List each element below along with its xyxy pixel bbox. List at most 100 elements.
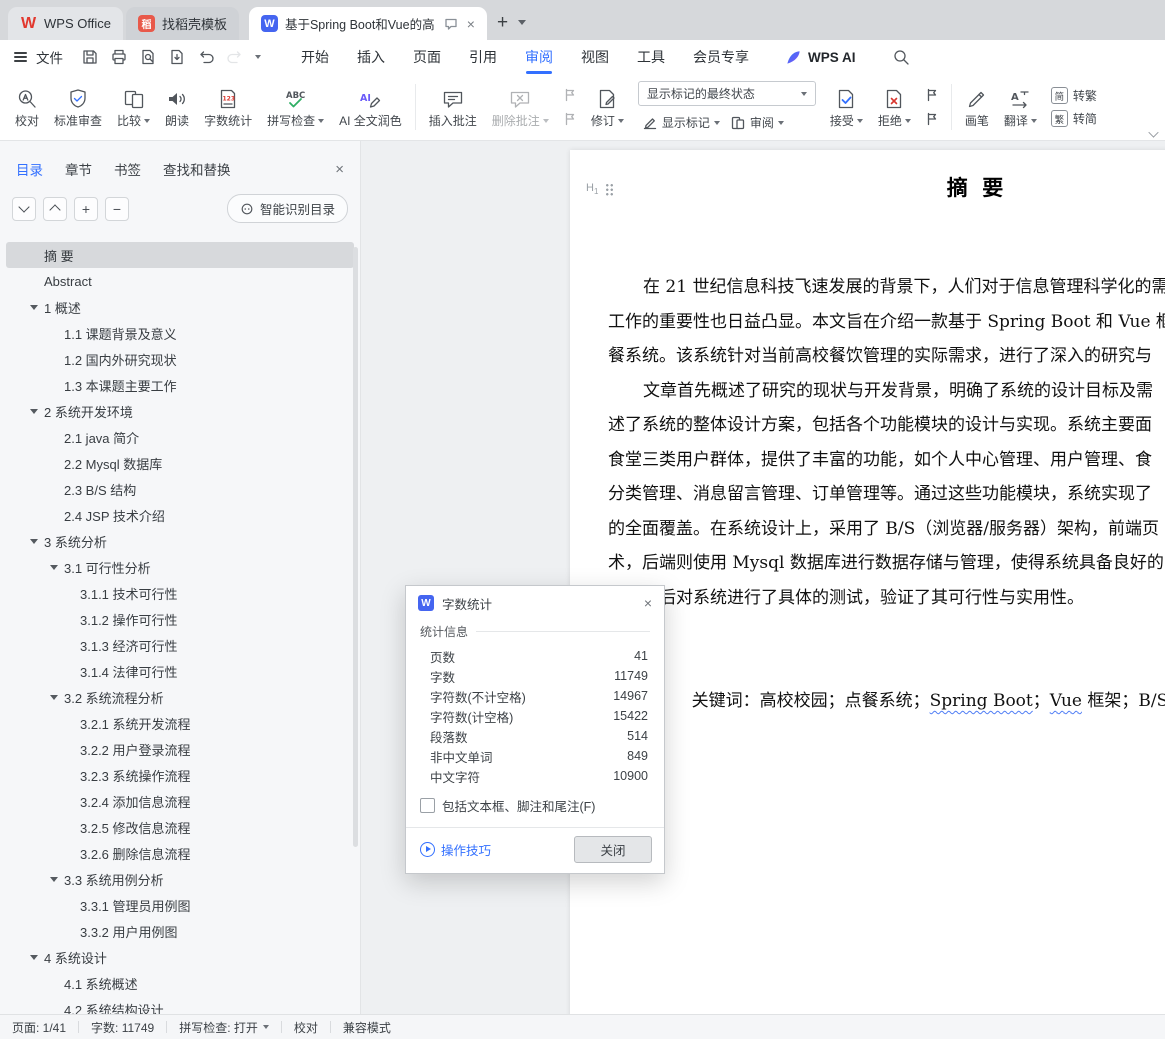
next-change-flag-icon[interactable] bbox=[922, 111, 942, 128]
toc-item[interactable]: Abstract bbox=[6, 268, 354, 294]
search-icon[interactable] bbox=[892, 48, 910, 66]
close-button[interactable]: 关闭 bbox=[574, 836, 652, 863]
toc-expand-arrow-icon[interactable] bbox=[50, 564, 58, 574]
quick-access-chevron-icon[interactable] bbox=[255, 55, 261, 62]
toc-item[interactable]: 3.2.1 系统开发流程 bbox=[6, 710, 354, 736]
toc-item[interactable]: 2.4 JSP 技术介绍 bbox=[6, 502, 354, 528]
toc-item[interactable]: 1.2 国内外研究现状 bbox=[6, 346, 354, 372]
toc-collapse-button[interactable] bbox=[12, 196, 36, 221]
toc-item[interactable]: 3 系统分析 bbox=[6, 528, 354, 554]
show-markup-button[interactable]: 显示标记 bbox=[638, 112, 724, 133]
tips-link[interactable]: 操作技巧 bbox=[420, 840, 491, 859]
toc-item[interactable]: 3.1.3 经济可行性 bbox=[6, 632, 354, 658]
print-icon[interactable] bbox=[110, 48, 128, 66]
save-icon[interactable] bbox=[81, 48, 99, 66]
sidebar-close-icon[interactable]: × bbox=[335, 162, 344, 177]
tab-wps-office[interactable]: W WPS Office bbox=[8, 7, 123, 40]
toc-item[interactable]: 1 概述 bbox=[6, 294, 354, 320]
toc-item[interactable]: 3.2 系统流程分析 bbox=[6, 684, 354, 710]
sidebar-tab-toc[interactable]: 目录 bbox=[16, 159, 43, 179]
toc-item[interactable]: 1.1 课题背景及意义 bbox=[6, 320, 354, 346]
toc-item[interactable]: 2 系统开发环境 bbox=[6, 398, 354, 424]
ai-polish-button[interactable]: AI AI 全文润色 bbox=[332, 83, 409, 131]
toc-expand-arrow-icon[interactable] bbox=[30, 538, 38, 548]
markup-state-select[interactable]: 显示标记的最终状态 bbox=[637, 81, 816, 106]
ribbon-tab[interactable]: 会员专享 bbox=[679, 40, 763, 74]
toc-item[interactable]: 4.2 系统结构设计 bbox=[6, 996, 354, 1016]
review-pane-button[interactable]: 审阅 bbox=[726, 112, 788, 133]
toc-item[interactable]: 3.2.2 用户登录流程 bbox=[6, 736, 354, 762]
toc-item[interactable]: 3.1 可行性分析 bbox=[6, 554, 354, 580]
toc-item[interactable]: 4 系统设计 bbox=[6, 944, 354, 970]
word-count-indicator[interactable]: 字数: 11749 bbox=[79, 1019, 166, 1036]
proofread-status[interactable]: 校对 bbox=[282, 1019, 330, 1036]
tab-list-chevron-icon[interactable] bbox=[518, 20, 527, 29]
drag-dots-icon[interactable] bbox=[605, 182, 615, 196]
toc-expand-arrow-icon[interactable] bbox=[30, 304, 38, 314]
toc-item[interactable]: 3.2.5 修改信息流程 bbox=[6, 814, 354, 840]
accept-button[interactable]: 接受 bbox=[823, 83, 870, 131]
spell-check-toggle[interactable]: 拼写检查: 打开 bbox=[167, 1019, 281, 1036]
toc-item[interactable]: 2.3 B/S 结构 bbox=[6, 476, 354, 502]
reject-button[interactable]: 拒绝 bbox=[871, 83, 918, 131]
tab-current-document[interactable]: W 基于Spring Boot和Vue的高 × bbox=[248, 7, 487, 40]
word-count-button[interactable]: 123 字数统计 bbox=[197, 83, 259, 131]
ribbon-collapse-chevron-icon[interactable] bbox=[1148, 127, 1159, 138]
spell-check-button[interactable]: ABC 拼写检查 bbox=[260, 83, 331, 131]
paragraph-handle[interactable]: H1 bbox=[586, 182, 615, 196]
translate-button[interactable]: A 翻译 bbox=[997, 83, 1044, 131]
read-aloud-button[interactable]: 朗读 bbox=[158, 83, 196, 131]
toc-item[interactable]: 1.3 本课题主要工作 bbox=[6, 372, 354, 398]
smart-toc-button[interactable]: 智能识别目录 bbox=[226, 194, 348, 223]
toc-item[interactable]: 2.2 Mysql 数据库 bbox=[6, 450, 354, 476]
insert-comment-button[interactable]: 插入批注 bbox=[422, 83, 484, 131]
toc-item[interactable]: 3.1.2 操作可行性 bbox=[6, 606, 354, 632]
file-menu-button[interactable]: 文件 bbox=[36, 47, 63, 67]
compare-button[interactable]: 比较 bbox=[110, 83, 157, 131]
track-changes-button[interactable]: 修订 bbox=[584, 83, 631, 131]
export-pdf-icon[interactable] bbox=[168, 48, 186, 66]
sidebar-tab-find-replace[interactable]: 查找和替换 bbox=[163, 159, 231, 179]
ribbon-tab[interactable]: 审阅 bbox=[511, 40, 567, 74]
toc-expand-arrow-icon[interactable] bbox=[50, 694, 58, 704]
toc-expand-button[interactable] bbox=[43, 196, 67, 221]
toc-item[interactable]: 摘 要 bbox=[6, 242, 354, 268]
tab-docer-templates[interactable]: 稻 找稻壳模板 bbox=[125, 7, 239, 40]
ribbon-tab[interactable]: 视图 bbox=[567, 40, 623, 74]
toc-expand-arrow-icon[interactable] bbox=[30, 954, 38, 964]
standard-review-button[interactable]: 标准审查 bbox=[47, 83, 109, 131]
simplified-to-traditional-button[interactable]: 简 转繁 bbox=[1050, 87, 1097, 104]
page-indicator[interactable]: 页面: 1/41 bbox=[12, 1019, 78, 1036]
sidebar-scrollbar[interactable] bbox=[353, 247, 358, 847]
traditional-to-simplified-button[interactable]: 繁 转简 bbox=[1050, 110, 1097, 127]
ribbon-tab[interactable]: 页面 bbox=[399, 40, 455, 74]
include-textbox-checkbox[interactable] bbox=[420, 798, 435, 813]
toc-zoom-in-button[interactable]: + bbox=[74, 196, 98, 221]
toc-item[interactable]: 3.2.4 添加信息流程 bbox=[6, 788, 354, 814]
dialog-title-bar[interactable]: W 字数统计 × bbox=[406, 586, 664, 620]
undo-icon[interactable] bbox=[197, 48, 215, 66]
main-menu-icon[interactable] bbox=[14, 52, 27, 62]
toc-item[interactable]: 3.3 系统用例分析 bbox=[6, 866, 354, 892]
toc-item[interactable]: 3.1.1 技术可行性 bbox=[6, 580, 354, 606]
document-page[interactable]: H1 摘 要 在 21 世纪信息科技飞速发展的背景下，人们对于信息管理科学化的需… bbox=[570, 150, 1165, 1015]
ribbon-tab[interactable]: 插入 bbox=[343, 40, 399, 74]
toc-item[interactable]: 2.1 java 简介 bbox=[6, 424, 354, 450]
ribbon-tab[interactable]: 引用 bbox=[455, 40, 511, 74]
ribbon-tab[interactable]: 开始 bbox=[287, 40, 343, 74]
previous-change-flag-icon[interactable] bbox=[922, 87, 942, 104]
toc-item[interactable]: 3.3.1 管理员用例图 bbox=[6, 892, 354, 918]
toc-expand-arrow-icon[interactable] bbox=[50, 876, 58, 886]
sidebar-tab-chapters[interactable]: 章节 bbox=[65, 159, 92, 179]
toc-expand-arrow-icon[interactable] bbox=[30, 408, 38, 418]
ribbon-tab[interactable]: 工具 bbox=[623, 40, 679, 74]
toc-item[interactable]: 3.1.4 法律可行性 bbox=[6, 658, 354, 684]
toc-item[interactable]: 4.1 系统概述 bbox=[6, 970, 354, 996]
toc-item[interactable]: 3.2.6 删除信息流程 bbox=[6, 840, 354, 866]
dialog-close-icon[interactable]: × bbox=[644, 596, 652, 610]
print-preview-icon[interactable] bbox=[139, 48, 157, 66]
sidebar-tab-bookmarks[interactable]: 书签 bbox=[114, 159, 141, 179]
wps-ai-button[interactable]: WPS AI bbox=[785, 49, 856, 66]
tab-close-icon[interactable]: × bbox=[467, 17, 475, 31]
toc-zoom-out-button[interactable]: − bbox=[105, 196, 129, 221]
